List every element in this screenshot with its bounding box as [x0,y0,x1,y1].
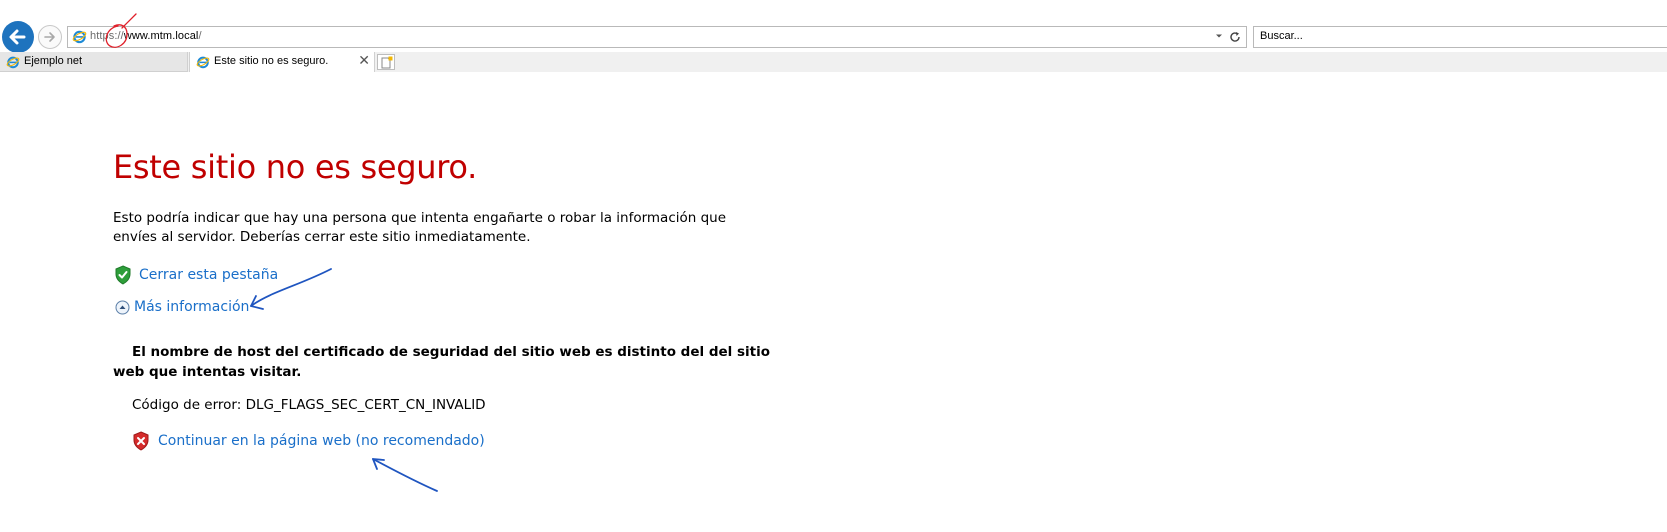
internet-explorer-icon [6,56,20,69]
red-shield-x-icon [133,431,149,451]
continue-row: Continuar en la página web (no recomenda… [132,431,485,451]
back-arrow-icon [9,29,26,45]
new-tab-icon [381,56,393,69]
more-info-row: Más información [115,299,249,315]
back-button[interactable] [2,21,34,53]
forward-button[interactable] [38,25,62,49]
forward-arrow-icon [44,32,55,42]
blue-arrow-annotation [372,458,438,492]
tab-ejemplo-net[interactable]: Ejemplo net [0,52,188,72]
internet-explorer-icon [72,30,87,44]
search-box[interactable]: Buscar... [1253,26,1667,48]
new-tab-button[interactable] [377,54,395,70]
page-title: Este sitio no es seguro. [113,148,478,186]
tab-label: Este sitio no es seguro. [214,55,329,67]
url-text: https://www.mtm.local/ [90,30,202,42]
tab-strip: Ejemplo net Este sitio no es seguro. ✕ [0,52,1667,72]
green-shield-check-icon [115,265,131,285]
close-tab-row: Cerrar esta pestaña [114,265,278,285]
chevron-down-icon[interactable] [1214,31,1224,41]
circle-chevron-up-icon[interactable] [115,300,130,315]
address-bar[interactable]: https://www.mtm.local/ [67,26,1247,48]
more-info-link[interactable]: Más información [134,299,249,315]
close-icon[interactable]: ✕ [358,53,370,69]
internet-explorer-icon [196,56,210,69]
error-code: Código de error: DLG_FLAGS_SEC_CERT_CN_I… [132,397,486,413]
certificate-detail: El nombre de host del certificado de seg… [113,344,770,380]
browser-toolbar: https://www.mtm.local/ Buscar... [0,18,1667,54]
tab-label: Ejemplo net [24,55,83,67]
refresh-icon[interactable] [1228,30,1242,44]
search-input[interactable]: Buscar... [1260,30,1303,42]
warning-description: Esto podría indicar que hay una persona … [113,210,727,245]
close-tab-link[interactable]: Cerrar esta pestaña [139,267,278,283]
tab-este-sitio[interactable]: Este sitio no es seguro. ✕ [189,52,375,72]
continue-link[interactable]: Continuar en la página web (no recomenda… [158,433,485,449]
